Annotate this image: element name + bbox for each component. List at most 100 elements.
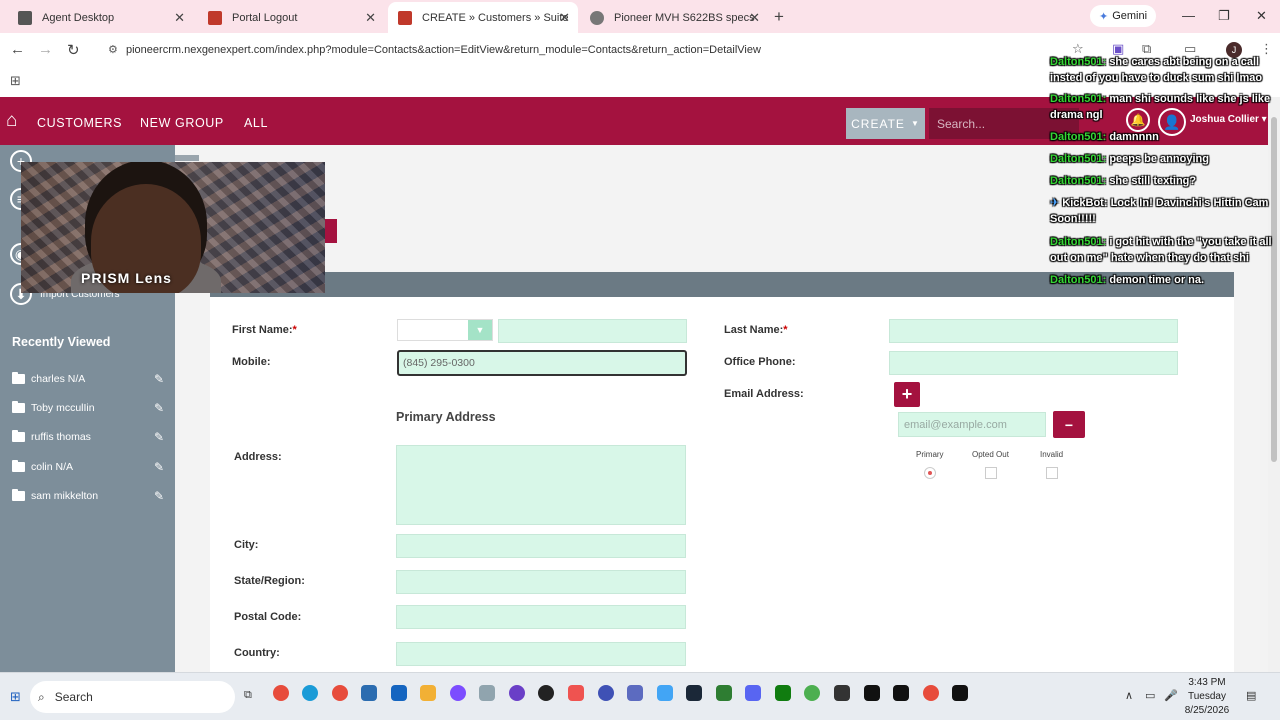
minimize-icon[interactable]: —	[1182, 8, 1195, 23]
photos-icon[interactable]	[657, 685, 673, 701]
chat-message: Dalton501: she still texting?	[1050, 175, 1197, 187]
app-icon[interactable]	[804, 685, 820, 701]
first-name-input[interactable]	[498, 319, 687, 343]
chrome-profile-icon[interactable]	[332, 685, 348, 701]
tab-portal-logout[interactable]: Portal Logout ✕	[198, 4, 384, 31]
restore-icon[interactable]: ❐	[1218, 8, 1230, 24]
city-input[interactable]	[396, 534, 686, 558]
app-icon[interactable]	[893, 685, 909, 701]
address-textarea[interactable]	[396, 445, 686, 525]
mobile-input[interactable]	[397, 350, 687, 376]
email-primary-header: Primary	[916, 450, 944, 459]
home-icon[interactable]: ⌂	[6, 110, 17, 132]
recent-item[interactable]: Toby mcculIin ✎	[12, 398, 164, 418]
tab-suitecrm-create[interactable]: CREATE » Customers » SuiteCRM ✕	[388, 2, 578, 33]
new-tab-icon[interactable]: +	[774, 7, 784, 27]
salutation-select[interactable]: ▼	[397, 319, 493, 341]
close-icon[interactable]: ✕	[749, 10, 760, 26]
country-input[interactable]	[396, 642, 686, 666]
calendar-icon[interactable]	[627, 685, 643, 701]
window-close-icon[interactable]: ✕	[1256, 8, 1267, 24]
webcam-overlay: PRISM Lens	[21, 162, 325, 293]
recent-item[interactable]: colin N/A ✎	[12, 457, 164, 477]
discord-icon[interactable]	[745, 685, 761, 701]
email-invalid-checkbox[interactable]	[1046, 467, 1058, 479]
close-icon[interactable]: ✕	[365, 10, 376, 26]
network-icon[interactable]: ▭	[1145, 689, 1155, 702]
xbox-icon[interactable]	[775, 685, 791, 701]
windows-taskbar: ⊞ ⌕ Search ⧉ ∧ ▭ 🎤 3:43 PM Tuesday 8/25/…	[0, 672, 1280, 720]
app-icon[interactable]	[361, 685, 377, 701]
clock-day: Tuesday	[1188, 691, 1226, 702]
taskbar-search-label: Search	[54, 690, 93, 704]
app-icon[interactable]	[450, 685, 466, 701]
outlook-icon[interactable]	[391, 685, 407, 701]
email-opted-out-checkbox[interactable]	[985, 467, 997, 479]
task-view-icon[interactable]: ⧉	[244, 689, 252, 702]
microphone-icon[interactable]: 🎤	[1164, 689, 1178, 702]
chevron-up-icon[interactable]: ∧	[1125, 689, 1133, 702]
chat-message: Dalton501: demon time or na.	[1050, 274, 1205, 286]
chat-message: Dalton501: man shi sounds like she js li…	[1050, 93, 1271, 121]
chrome-icon[interactable]	[273, 685, 289, 701]
taskbar-clock[interactable]: 3:43 PM Tuesday 8/25/2026	[1182, 676, 1232, 718]
tiktok-icon[interactable]	[864, 685, 880, 701]
taskbar-search-box[interactable]: ⌕ Search	[30, 681, 235, 713]
url-field[interactable]: ⚙ pioneercrm.nexgenexpert.com/index.php?…	[100, 37, 1110, 63]
city-label: City:	[234, 539, 259, 551]
chat-message: Dalton501: damnnnn	[1050, 131, 1159, 143]
app-icon[interactable]	[952, 685, 968, 701]
postal-code-input[interactable]	[396, 605, 686, 629]
tab-pioneer-specs[interactable]: Pioneer MVH S622BS specs ✕	[580, 4, 768, 31]
office-phone-input[interactable]	[889, 351, 1178, 375]
recent-item[interactable]: sam mikkelton ✎	[12, 486, 164, 506]
apps-grid-icon[interactable]: ⊞	[10, 73, 21, 89]
reload-icon[interactable]: ↻	[67, 41, 80, 59]
edge-icon[interactable]	[302, 685, 318, 701]
back-arrow-icon[interactable]: ←	[10, 41, 25, 58]
file-explorer-icon[interactable]	[420, 685, 436, 701]
forward-arrow-icon[interactable]: →	[38, 41, 53, 58]
app-icon[interactable]	[568, 685, 584, 701]
gemini-button[interactable]: ✦ Gemini	[1090, 5, 1156, 27]
create-button[interactable]: CREATE ▼	[846, 108, 925, 139]
app-icon[interactable]	[834, 685, 850, 701]
last-name-input[interactable]	[889, 319, 1178, 343]
folder-icon	[12, 372, 25, 384]
nav-new-group[interactable]: NEW GROUP	[140, 116, 224, 130]
notification-icon[interactable]: ▤	[1246, 689, 1256, 702]
remove-email-button[interactable]: −	[1053, 411, 1085, 438]
chat-message: Dalton501: she cares abt being on a call…	[1050, 56, 1263, 84]
nav-customers[interactable]: CUSTOMERS	[37, 116, 122, 130]
media-player-icon[interactable]	[538, 685, 554, 701]
app-icon[interactable]	[479, 685, 495, 701]
close-icon[interactable]: ✕	[559, 10, 570, 26]
state-region-input[interactable]	[396, 570, 686, 594]
clock-date: 8/25/2026	[1184, 705, 1230, 716]
nav-all[interactable]: ALL	[244, 116, 268, 130]
tab-agent-desktop[interactable]: Agent Desktop ✕	[8, 4, 193, 31]
recent-item-label: charles N/A	[31, 373, 86, 385]
state-region-label: State/Region:	[234, 575, 305, 587]
pencil-edit-icon[interactable]: ✎	[154, 401, 164, 415]
steam-icon[interactable]	[686, 685, 702, 701]
pencil-edit-icon[interactable]: ✎	[154, 460, 164, 474]
pencil-edit-icon[interactable]: ✎	[154, 489, 164, 503]
close-icon[interactable]: ✕	[174, 10, 185, 26]
email-input[interactable]	[898, 412, 1046, 437]
windows-start-icon[interactable]: ⊞	[10, 689, 21, 705]
scrollbar-thumb[interactable]	[1271, 117, 1277, 462]
recent-item[interactable]: ruffis thomas ✎	[12, 427, 164, 447]
site-info-icon[interactable]: ⚙	[108, 43, 118, 56]
pencil-edit-icon[interactable]: ✎	[154, 372, 164, 386]
add-email-button[interactable]: +	[894, 382, 920, 407]
chrome-active-icon[interactable]	[923, 685, 939, 701]
app-icon[interactable]	[598, 685, 614, 701]
app-icon[interactable]	[509, 685, 525, 701]
excel-icon[interactable]	[716, 685, 732, 701]
email-primary-radio[interactable]	[924, 467, 936, 479]
pencil-edit-icon[interactable]: ✎	[154, 430, 164, 444]
search-icon: ⌕	[38, 689, 45, 704]
chevron-down-icon: ▼	[468, 320, 492, 340]
recent-item[interactable]: charles N/A ✎	[12, 369, 164, 389]
